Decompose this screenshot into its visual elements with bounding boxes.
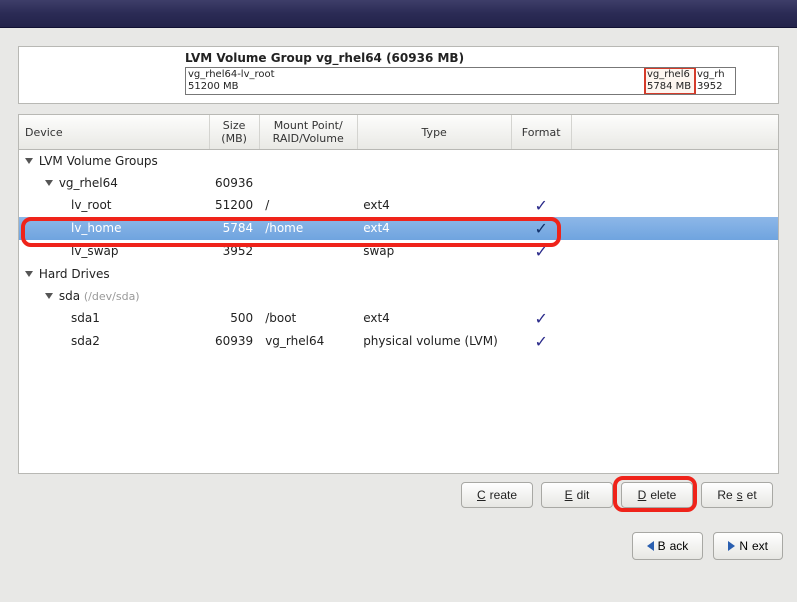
vg-slice-label: vg_rhel64-lv_root [188, 69, 642, 81]
cell-mount: /boot [259, 307, 357, 330]
col-size[interactable]: Size (MB) [209, 115, 259, 150]
cell-mount: / [259, 194, 357, 217]
group-label: LVM Volume Groups [39, 154, 158, 168]
check-icon: ✓ [517, 219, 565, 238]
window-titlebar [0, 0, 797, 28]
vg-diagram-panel: LVM Volume Group vg_rhel64 (60936 MB) vg… [18, 46, 779, 104]
device-name: lv_root [19, 194, 209, 217]
reset-button[interactable]: Reset [701, 482, 773, 508]
expand-icon[interactable] [25, 271, 33, 277]
check-icon: ✓ [517, 242, 565, 261]
table-header: Device Size (MB) Mount Point/ RAID/Volum… [19, 115, 778, 150]
device-name: sda1 [19, 307, 209, 330]
delete-button[interactable]: Delete [621, 482, 693, 508]
table-toolbar: Create Edit Delete Reset [12, 474, 785, 508]
table-row[interactable]: lv_root 51200 / ext4 ✓ [19, 194, 778, 217]
cell-type: ext4 [357, 217, 511, 240]
wizard-nav: Back Next [0, 520, 797, 572]
vg-slice-label: vg_rhel6 [647, 69, 692, 81]
check-icon: ✓ [517, 332, 565, 351]
vg-slice-label: vg_rh [697, 69, 733, 81]
vg-slice-size: 5784 MB [647, 81, 692, 93]
partition-table: Device Size (MB) Mount Point/ RAID/Volum… [18, 114, 779, 474]
cell-size: 500 [209, 307, 259, 330]
vg-slice-swap[interactable]: vg_rh 3952 [695, 68, 735, 94]
vg-diagram-bars: vg_rhel64-lv_root 51200 MB vg_rhel6 5784… [185, 67, 736, 95]
device-name: sda2 [19, 330, 209, 353]
vg-diagram-title: LVM Volume Group vg_rhel64 (60936 MB) [185, 51, 736, 65]
expand-icon[interactable] [45, 180, 53, 186]
vg-slice-size: 3952 [697, 81, 733, 93]
cell-size: 5784 [209, 217, 259, 240]
table-row[interactable]: vg_rhel64 60936 [19, 172, 778, 194]
table-row[interactable]: sda (/dev/sda) [19, 285, 778, 307]
edit-button[interactable]: Edit [541, 482, 613, 508]
cell-type: ext4 [357, 194, 511, 217]
group-row-hd[interactable]: Hard Drives [19, 263, 778, 285]
expand-icon[interactable] [25, 158, 33, 164]
cell-mount: /home [259, 217, 357, 240]
cell-type: physical volume (LVM) [357, 330, 511, 353]
group-row-lvm[interactable]: LVM Volume Groups [19, 150, 778, 172]
device-name: lv_home [19, 217, 209, 240]
table-row[interactable]: sda2 60939 vg_rhel64 physical volume (LV… [19, 330, 778, 353]
col-device[interactable]: Device [19, 115, 209, 150]
cell-size: 60939 [209, 330, 259, 353]
cell-size: 3952 [209, 240, 259, 263]
cell-mount: vg_rhel64 [259, 330, 357, 353]
table-row[interactable]: sda1 500 /boot ext4 ✓ [19, 307, 778, 330]
vg-slice-size: 51200 MB [188, 81, 642, 93]
check-icon: ✓ [517, 309, 565, 328]
cell-type: ext4 [357, 307, 511, 330]
cell-size: 60936 [209, 172, 259, 194]
cell-mount [259, 240, 357, 263]
device-name: vg_rhel64 [59, 176, 118, 190]
device-name: sda [59, 289, 80, 303]
col-spacer [571, 115, 778, 150]
device-name: lv_swap [19, 240, 209, 263]
cell-size: 51200 [209, 194, 259, 217]
cell-type: swap [357, 240, 511, 263]
vg-slice-home[interactable]: vg_rhel6 5784 MB [645, 68, 695, 94]
vg-slice-root[interactable]: vg_rhel64-lv_root 51200 MB [186, 68, 645, 94]
col-mount[interactable]: Mount Point/ RAID/Volume [259, 115, 357, 150]
create-button[interactable]: Create [461, 482, 533, 508]
next-button[interactable]: Next [713, 532, 783, 560]
col-type[interactable]: Type [357, 115, 511, 150]
group-label: Hard Drives [39, 267, 110, 281]
table-row[interactable]: lv_swap 3952 swap ✓ [19, 240, 778, 263]
arrow-left-icon [647, 541, 654, 551]
table-row-selected[interactable]: lv_home 5784 /home ext4 ✓ [19, 217, 778, 240]
device-hint: (/dev/sda) [84, 290, 140, 303]
expand-icon[interactable] [45, 293, 53, 299]
arrow-right-icon [728, 541, 735, 551]
check-icon: ✓ [517, 196, 565, 215]
back-button[interactable]: Back [632, 532, 704, 560]
col-format[interactable]: Format [511, 115, 571, 150]
